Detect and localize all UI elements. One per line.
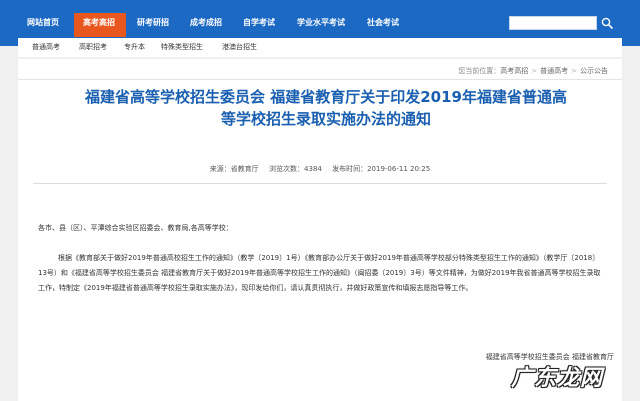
article-panel: 您当前位置：高考高招 > 普通高考 > 公示公告 福建省高等学校招生委员会 福建省教育厅… (18, 59, 622, 401)
article-title: 福建省高等学校招生委员会 福建省教育厅关于印发2019年福建省普通高 等学校招生… (48, 86, 604, 130)
subnav-item-putong[interactable]: 普通高考 (32, 43, 60, 52)
breadcrumb-divider (18, 79, 622, 80)
nav-item-yankao[interactable]: 研考研招 (137, 18, 169, 28)
article-title-line-2: 等学校招生录取实施办法的通知 (220, 110, 431, 128)
subnav-item-teshu[interactable]: 特殊类型招生 (161, 43, 203, 52)
nav-item-shehui[interactable]: 社会考试 (367, 18, 399, 28)
nav-item-chengkao[interactable]: 成考成招 (190, 18, 222, 28)
article-meta: 来源：省教育厅 浏览次数：4384 发布时间：2019-06-11 20:25 (18, 165, 622, 174)
search-button[interactable] (600, 16, 614, 30)
sub-navigation: 普通高考 高职招考 专升本 特殊类型招生 港澳台招生 (18, 38, 622, 57)
search-icon (601, 17, 613, 29)
article-source: 来源：省教育厅 (209, 165, 259, 173)
article-greeting: 各市、县（区）、平潭综合实验区招委会、教育局,各高等学校： (38, 224, 233, 232)
breadcrumb-item-gaokao[interactable]: 高考高招 (500, 67, 528, 75)
breadcrumb-separator: > (531, 67, 538, 75)
article-body: 根据《教育部关于做好2019年普通高校招生工作的通知》（教学〔2019〕1号）《… (38, 254, 601, 292)
nav-item-zixue[interactable]: 自学考试 (243, 18, 275, 28)
watermark-text: 广东龙网 (511, 366, 604, 391)
subnav-item-gangaotai[interactable]: 港澳台招生 (222, 43, 257, 52)
breadcrumb-separator: > (571, 67, 577, 75)
breadcrumb-item-putong[interactable]: 普通高考 (540, 67, 568, 75)
nav-item-xueye[interactable]: 学业水平考试 (297, 18, 345, 28)
breadcrumb-item-gonggao[interactable]: 公示公告 (580, 67, 608, 75)
article-published: 发布时间：2019-06-11 20:25 (332, 165, 431, 173)
nav-item-home[interactable]: 网站首页 (27, 18, 59, 28)
watermark-logo: 广东龙网 (503, 358, 631, 394)
breadcrumb: 您当前位置：高考高招 > 普通高考 > 公示公告 (458, 67, 608, 76)
breadcrumb-prefix: 您当前位置： (458, 67, 501, 75)
search-input[interactable] (509, 16, 597, 30)
subnav-item-gaozhi[interactable]: 高职招考 (79, 43, 107, 52)
subnav-item-zhuanshengben[interactable]: 专升本 (124, 43, 145, 52)
nav-item-gaokao[interactable]: 高考高招 (83, 18, 115, 28)
article-title-line-1: 福建省高等学校招生委员会 福建省教育厅关于印发2019年福建省普通高 (85, 88, 567, 106)
meta-divider (33, 183, 607, 184)
article-views: 浏览次数：4384 (269, 165, 322, 173)
